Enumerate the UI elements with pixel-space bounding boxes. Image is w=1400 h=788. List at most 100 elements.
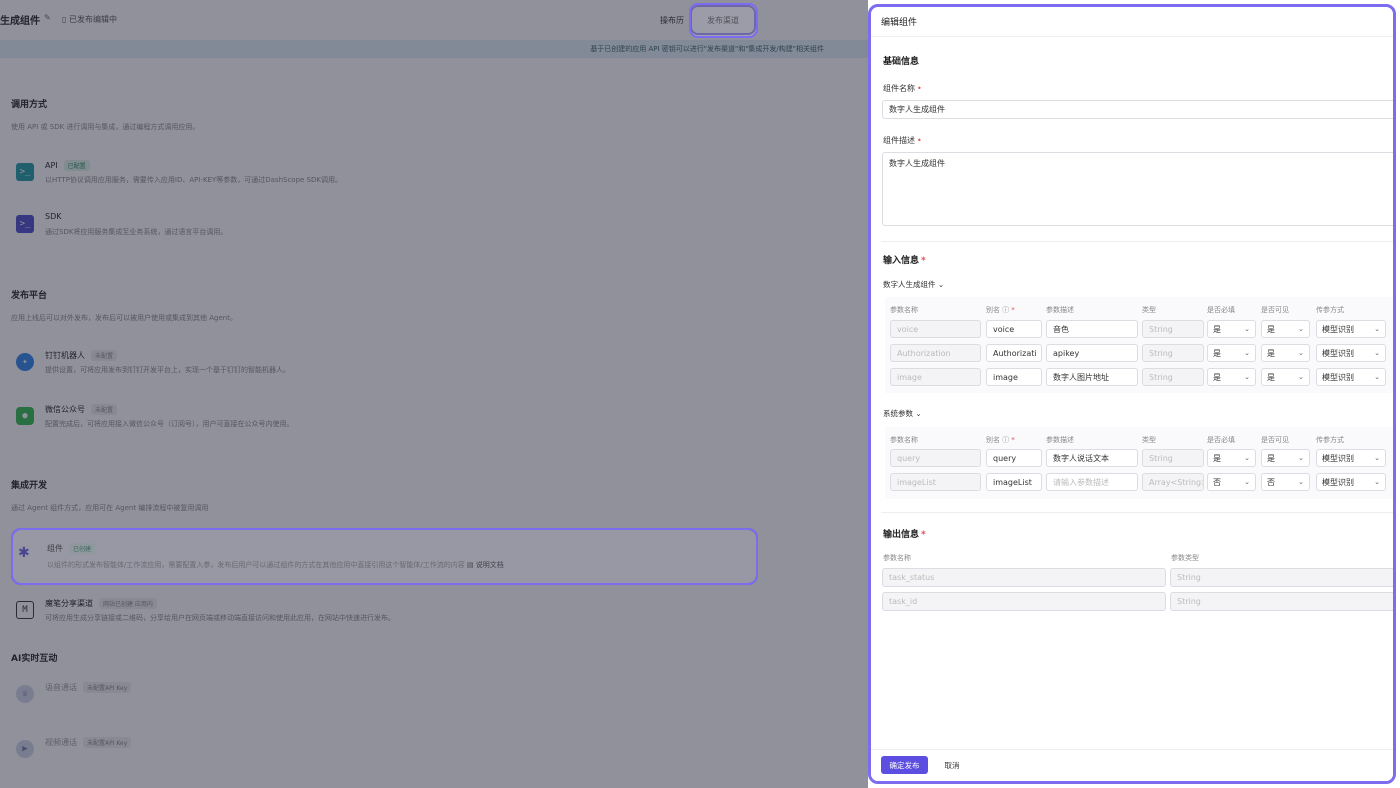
alias-input[interactable]: imageList bbox=[986, 473, 1042, 491]
publish-channel-button[interactable]: 发布渠道 bbox=[690, 5, 756, 35]
output-type-field: String bbox=[1170, 568, 1393, 587]
publish-state: ▯ 已发布编辑中 bbox=[62, 15, 117, 24]
doc-link[interactable]: ▤ 说明文档 bbox=[467, 561, 504, 569]
param-desc-input[interactable]: 请输入参数描述 bbox=[1046, 473, 1138, 491]
param-desc-input[interactable]: 数字人说话文本 bbox=[1046, 449, 1138, 467]
channel-name: 视频通话 bbox=[45, 738, 77, 747]
param-desc-input[interactable]: apikey bbox=[1046, 344, 1138, 362]
select-value: 否 bbox=[1267, 477, 1275, 487]
mode-select[interactable]: 模型识别 ⌄ bbox=[1316, 368, 1386, 386]
select-value: 是 bbox=[1213, 324, 1221, 334]
th-output-param: 参数名称 bbox=[883, 554, 911, 562]
drawer-title: 编辑组件 bbox=[881, 18, 918, 28]
required-select[interactable]: 是 ⌄ bbox=[1207, 344, 1256, 362]
channel-item-voice[interactable]: ☏ 语音通话 未配置API Key bbox=[14, 680, 754, 720]
select-value: 模型识别 bbox=[1322, 372, 1354, 382]
help-icon[interactable]: ⓘ bbox=[1002, 306, 1009, 314]
app-title: 生成组件 bbox=[0, 16, 40, 27]
select-value: 否 bbox=[1213, 477, 1221, 487]
chevron-down-icon: ⌄ bbox=[1244, 325, 1250, 333]
dingtalk-icon: ✦ bbox=[16, 353, 34, 371]
param-name-field: voice bbox=[890, 320, 981, 338]
channel-item-dingtalk[interactable]: ✦ 钉钉机器人 未配置 提供设置，可将应用发布到钉钉开发平台上，实现一个基于钉钉的… bbox=[14, 348, 754, 388]
section-desc-platform: 应用上线后可以对外发布，发布后可以被用户使用或集成到其他 Agent。 bbox=[11, 314, 237, 322]
th-visible: 是否可见 bbox=[1261, 436, 1289, 444]
required-mark: * bbox=[921, 256, 926, 266]
channel-name: API bbox=[45, 161, 58, 170]
required-select[interactable]: 是 ⌄ bbox=[1207, 368, 1256, 386]
required-select[interactable]: 是 ⌄ bbox=[1207, 449, 1256, 467]
component-name-input[interactable]: 数字人生成组件 bbox=[882, 100, 1393, 119]
required-select[interactable]: 否 ⌄ bbox=[1207, 473, 1256, 491]
help-icon[interactable]: ⓘ bbox=[1002, 436, 1009, 444]
group-toggle-component[interactable]: 数字人生成组件 ⌄ bbox=[883, 279, 944, 290]
mode-select[interactable]: 模型识别 ⌄ bbox=[1316, 473, 1386, 491]
th-mode: 传参方式 bbox=[1316, 436, 1344, 444]
param-desc-input[interactable]: 数字人图片地址 bbox=[1046, 368, 1138, 386]
alias-input[interactable]: image bbox=[986, 368, 1042, 386]
param-name-field: imageList bbox=[890, 473, 981, 491]
th-visible: 是否可见 bbox=[1261, 306, 1289, 314]
th-required: 是否必填 bbox=[1207, 306, 1235, 314]
th-type: 类型 bbox=[1142, 436, 1156, 444]
visible-select[interactable]: 是 ⌄ bbox=[1261, 449, 1310, 467]
select-value: 是 bbox=[1213, 453, 1221, 463]
component-desc-textarea[interactable]: 数字人生成组件 bbox=[882, 152, 1393, 226]
input-info-title-text: 输入信息 bbox=[883, 256, 920, 266]
alias-input[interactable]: Authorizati bbox=[986, 344, 1042, 362]
visible-select[interactable]: 否 ⌄ bbox=[1261, 473, 1310, 491]
history-link[interactable]: 操布历 bbox=[660, 15, 684, 26]
chevron-down-icon: ⌄ bbox=[1298, 454, 1304, 462]
channel-desc: 通过SDK将应用服务集成至业务系统，通过语言平台调用。 bbox=[45, 228, 228, 236]
required-mark: * bbox=[921, 530, 926, 540]
mode-select[interactable]: 模型识别 ⌄ bbox=[1316, 449, 1386, 467]
section-title-realtime: AI实时互动 bbox=[11, 654, 58, 664]
confirm-publish-button[interactable]: 确定发布 bbox=[881, 756, 928, 774]
chevron-down-icon: ⌄ bbox=[1244, 349, 1250, 357]
select-value: 是 bbox=[1267, 348, 1275, 358]
channel-item-sdk[interactable]: >_ SDK 通过SDK将应用服务集成至业务系统，通过语言平台调用。 bbox=[14, 210, 754, 250]
visible-select[interactable]: 是 ⌄ bbox=[1261, 320, 1310, 338]
channel-item-wechat[interactable]: ● 微信公众号 未配置 配置完成后，可将应用接入微信公众号（订阅号），用户可直接在… bbox=[14, 402, 754, 442]
cancel-button[interactable]: 取消 bbox=[935, 756, 969, 774]
channel-item-video[interactable]: ▶ 视频通话 未配置API Key bbox=[14, 735, 754, 775]
th-param: 参数名称 bbox=[890, 436, 918, 444]
phone-icon: ☏ bbox=[16, 685, 34, 703]
mode-select[interactable]: 模型识别 ⌄ bbox=[1316, 344, 1386, 362]
th-alias: 别名 ⓘ * bbox=[986, 435, 1015, 445]
channel-desc: 以HTTP协议调用应用服务，需要传入应用ID、API-KEY等参数，可通过Das… bbox=[45, 176, 342, 184]
chevron-down-icon: ⌄ bbox=[915, 409, 922, 418]
chevron-down-icon: ⌄ bbox=[1298, 478, 1304, 486]
type-field: Array<String> bbox=[1142, 473, 1204, 491]
chevron-down-icon: ⌄ bbox=[1374, 325, 1380, 333]
edit-component-drawer: 编辑组件 基础信息 组件名称 • 数字人生成组件 组件描述 • 数字人生成组件 输入… bbox=[868, 4, 1396, 784]
output-type-field: String bbox=[1170, 592, 1393, 611]
channel-name: 魔笔分享渠道 bbox=[45, 599, 93, 608]
output-info-title: 输出信息 * bbox=[883, 527, 926, 540]
param-name-field: Authorization bbox=[890, 344, 981, 362]
status-badge: 未配置 bbox=[91, 404, 118, 415]
select-value: 是 bbox=[1267, 324, 1275, 334]
channel-item-share[interactable]: M 魔笔分享渠道 网站已创建 应用内 可将应用生成分享链接或二维码，分享给用户在网… bbox=[14, 596, 754, 636]
alias-input[interactable]: voice bbox=[986, 320, 1042, 338]
edit-icon[interactable]: ✎ bbox=[44, 13, 51, 22]
visible-select[interactable]: 是 ⌄ bbox=[1261, 368, 1310, 386]
required-select[interactable]: 是 ⌄ bbox=[1207, 320, 1256, 338]
select-value: 是 bbox=[1213, 348, 1221, 358]
doc-link-label: 说明文档 bbox=[475, 561, 504, 569]
divider bbox=[881, 512, 1393, 513]
th-alias-text: 别名 bbox=[986, 436, 1000, 444]
alias-input[interactable]: query bbox=[986, 449, 1042, 467]
group-toggle-system[interactable]: 系统参数 ⌄ bbox=[883, 408, 922, 419]
status-badge: 已创建 bbox=[69, 543, 96, 554]
output-param-field: task_id bbox=[882, 592, 1166, 611]
info-banner: 基于已创建的应用 API 密钥可以进行"发布渠道"和"集成开发/构建"相关组件 bbox=[0, 40, 868, 58]
channel-item-api[interactable]: >_ API 已配置 以HTTP协议调用应用服务，需要传入应用ID、API-KEY… bbox=[14, 158, 754, 198]
mode-select[interactable]: 模型识别 ⌄ bbox=[1316, 320, 1386, 338]
section-title-platform: 发布平台 bbox=[11, 291, 48, 301]
chevron-down-icon: ⌄ bbox=[1374, 349, 1380, 357]
visible-select[interactable]: 是 ⌄ bbox=[1261, 344, 1310, 362]
channel-item-component[interactable]: ✱ 组件 已创建 以组件的形式发布智能体/工作流应用，需要配置入参，发布后用户可以… bbox=[11, 528, 758, 585]
sdk-icon: >_ bbox=[16, 215, 34, 233]
param-desc-input[interactable]: 音色 bbox=[1046, 320, 1138, 338]
